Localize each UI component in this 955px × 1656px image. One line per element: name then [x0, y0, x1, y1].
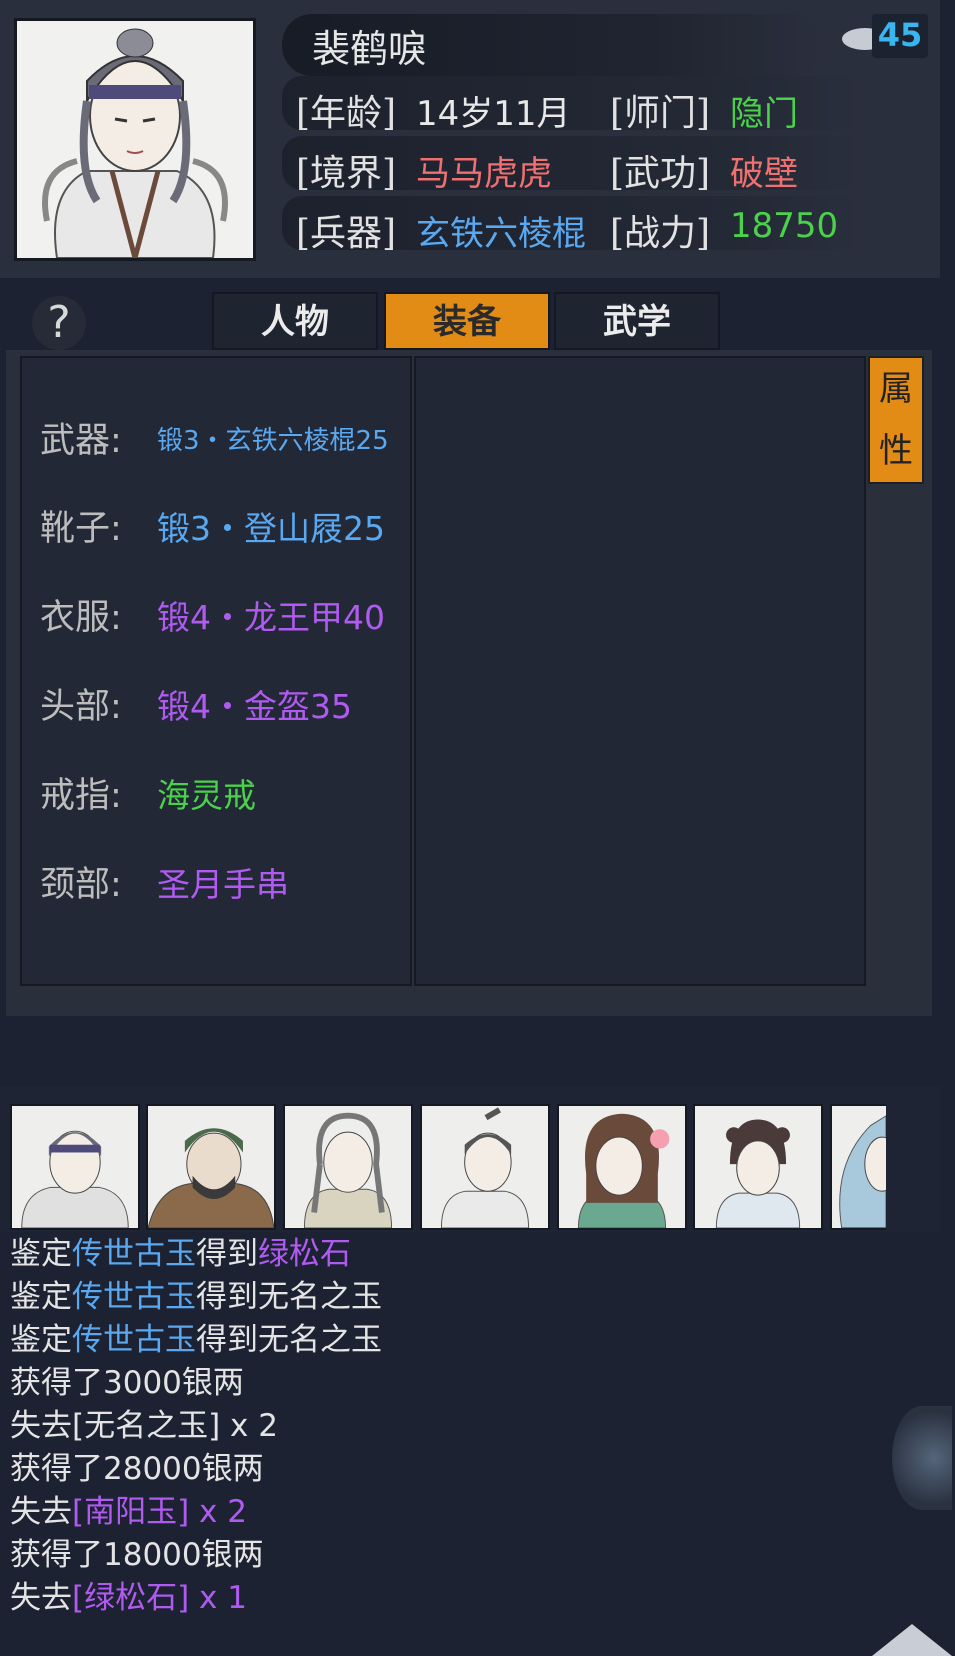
portrait-young-swordsman-icon: [440, 1107, 530, 1228]
slot-value-armor[interactable]: 锻4・龙王甲40: [157, 591, 385, 639]
portrait-bearded-warrior-icon: [148, 1128, 274, 1228]
log-line: 鉴定传世古玉得到无名之玉: [10, 1279, 382, 1315]
sect-value: 隐门: [730, 94, 798, 134]
portrait-girl-icon: [715, 1119, 801, 1228]
log-line: 失去[绿松石] x 1: [10, 1580, 247, 1616]
portrait-long-haired-man-icon: [303, 1112, 393, 1228]
slot-label-head: 头部:: [40, 687, 122, 727]
attributes-tab-char: 性: [879, 431, 913, 471]
equipment-detail-area: [414, 356, 866, 986]
tab-martial-arts[interactable]: 武学: [554, 292, 720, 350]
slot-value-neck[interactable]: 圣月手串: [157, 858, 289, 906]
log-line: 失去[无名之玉] x 2: [10, 1408, 278, 1444]
party-member-1[interactable]: [10, 1104, 140, 1230]
character-level: 45: [877, 16, 923, 54]
attributes-tab-char: 属: [879, 369, 913, 409]
log-line: 获得了28000银两: [10, 1451, 264, 1487]
slot-label-boots: 靴子:: [40, 509, 122, 549]
log-line: 鉴定传世古玉得到绿松石: [10, 1236, 351, 1272]
help-button[interactable]: ?: [32, 296, 86, 350]
party-member-4[interactable]: [420, 1104, 550, 1230]
weapon-label: [兵器]: [296, 213, 397, 254]
tab-equipment[interactable]: 装备: [384, 292, 550, 350]
party-member-5[interactable]: [557, 1104, 687, 1230]
slot-label-armor: 衣服:: [40, 598, 122, 638]
hero-portrait-icon: [17, 21, 253, 268]
log-line: 获得了18000银两: [10, 1537, 264, 1573]
weapon-value: 玄铁六棱棍: [416, 214, 586, 254]
log-line: 失去[南阳玉] x 2: [10, 1494, 247, 1530]
party-member-7[interactable]: [830, 1104, 886, 1230]
party-member-3[interactable]: [283, 1104, 413, 1230]
slot-value-head[interactable]: 锻4・金盔35: [157, 680, 352, 728]
martial-value: 破壁: [730, 154, 798, 194]
scroll-up-arrow-icon[interactable]: [872, 1624, 952, 1656]
portrait-partial-icon: [839, 1115, 886, 1228]
age-label: [年龄]: [296, 93, 397, 134]
slot-value-boots[interactable]: 锻3・登山屐25: [157, 502, 385, 550]
slot-label-neck: 颈部:: [40, 865, 122, 905]
sect-label: [师门]: [610, 93, 711, 134]
portrait-hero-icon: [21, 1130, 129, 1228]
side-menu-button[interactable]: [892, 1406, 952, 1510]
age-value: 14岁11月: [416, 94, 571, 134]
slot-value-weapon[interactable]: 锻3・玄铁六棱棍25: [157, 420, 389, 457]
slot-label-weapon: 武器:: [40, 421, 122, 461]
power-label: [战力]: [610, 213, 711, 254]
realm-label: [境界]: [296, 153, 397, 194]
slot-value-ring[interactable]: 海灵戒: [157, 769, 256, 817]
portrait-lady-flower-icon: [577, 1113, 670, 1228]
attributes-tab[interactable]: 属 性: [868, 356, 924, 484]
log-line: 获得了3000银两: [10, 1365, 244, 1401]
tab-character[interactable]: 人物: [212, 292, 378, 350]
martial-label: [武功]: [610, 153, 711, 194]
log-line: 鉴定传世古玉得到无名之玉: [10, 1322, 382, 1358]
character-portrait[interactable]: [14, 18, 256, 268]
slot-label-ring: 戒指:: [40, 776, 122, 816]
party-member-6[interactable]: [693, 1104, 823, 1230]
realm-value: 马马虎虎: [416, 154, 552, 194]
party-member-2[interactable]: [146, 1104, 276, 1230]
character-name: 裴鹤唳: [312, 27, 427, 71]
power-value: 18750: [730, 206, 839, 246]
